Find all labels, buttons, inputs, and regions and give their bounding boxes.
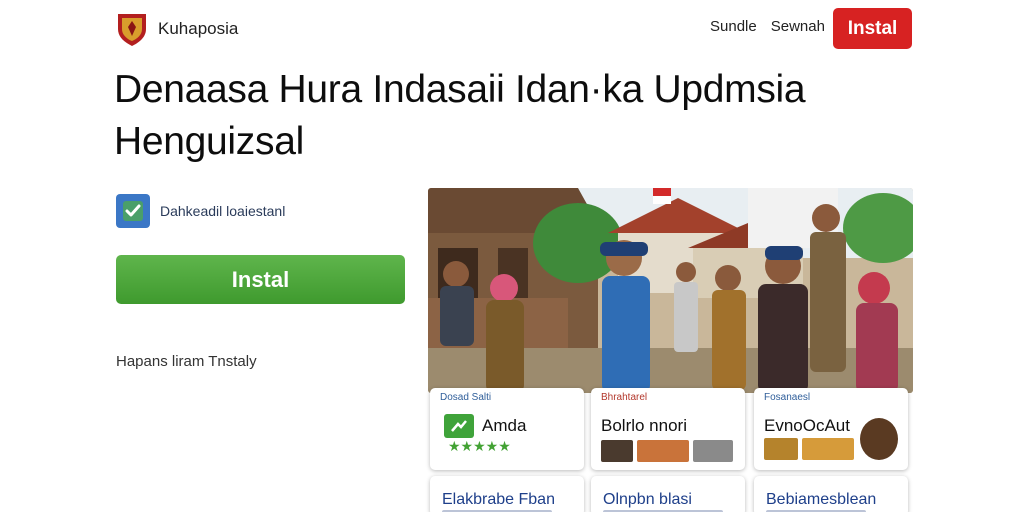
card-title: Amda (482, 416, 527, 435)
install-button[interactable]: Instal (116, 255, 405, 304)
top-nav: Sundle Sewnah (710, 18, 825, 35)
app-card[interactable]: Elakbrabe Fban (430, 476, 584, 512)
card-label: Bhrahtarel (601, 392, 648, 403)
card-label: Dosad Salti (440, 392, 492, 403)
card-title: Bebiamesblean (766, 491, 877, 508)
app-icon (444, 414, 474, 438)
thumbnail-image (802, 438, 854, 460)
header-install-button[interactable]: Instal (833, 8, 912, 49)
rating-stars: ★★★★★ (448, 438, 511, 454)
app-card[interactable]: Bhrahtarel Bolrlo nnori (591, 388, 745, 470)
card-label: Fosanaesl (764, 392, 811, 403)
brand-name: Kuhaposia (158, 19, 239, 38)
app-card[interactable]: Fosanaesl EvnoOcAut (754, 388, 908, 470)
page-title: Denaasa Hura Indasaii Idan·ka Updmsia He… (114, 64, 874, 168)
card-title: Elakbrabe Fban (442, 491, 555, 508)
card-title: EvnoOcAut (764, 416, 850, 435)
nav-item[interactable]: Sundle (710, 18, 757, 35)
thumbnail-image (637, 440, 689, 462)
card-title: Bolrlo nnori (601, 416, 687, 435)
app-card[interactable]: Bebiamesblean (754, 476, 908, 512)
feature-text: Dahkeadil loaiestanl (160, 203, 286, 219)
shield-logo-icon (118, 14, 146, 46)
page-title-line: Henguizsal (114, 120, 304, 163)
brand-logo[interactable]: Kuhaposia (116, 11, 238, 47)
thumbnail-image (764, 438, 798, 460)
app-card[interactable]: Dosad Salti Amda ★★★★★ (430, 388, 584, 470)
card-title: Olnpbn blasi (603, 491, 692, 508)
checkmark-icon (116, 194, 150, 228)
install-subtext: Hapans liram Tnstaly (116, 353, 257, 370)
hero-photo (428, 188, 913, 393)
app-card[interactable]: Olnpbn blasi (591, 476, 745, 512)
nav-item[interactable]: Sewnah (771, 18, 825, 35)
thumbnail-image (860, 418, 898, 460)
thumbnail-image (601, 440, 633, 462)
feature-item: Dahkeadil loaiestanl (116, 194, 285, 228)
page-title-line: Denaasa Hura Indasaii Idan·ka Updmsia (114, 68, 806, 111)
thumbnail-image (693, 440, 733, 462)
